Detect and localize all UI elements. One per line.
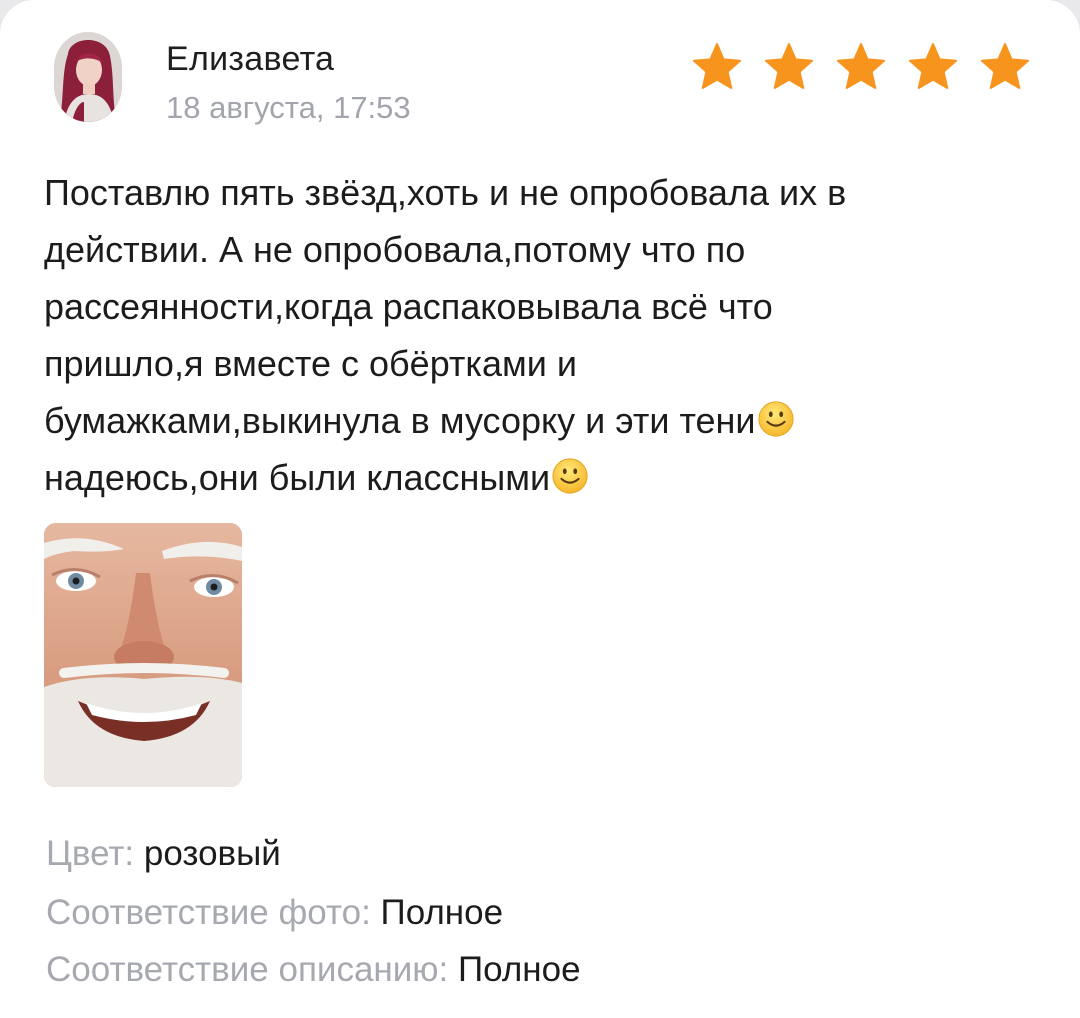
star-icon (693, 43, 741, 89)
review-date: 18 августа, 17:53 (166, 90, 411, 125)
review-text-line: бумажками,выкинула в мусорку и эти тени (44, 400, 756, 441)
reviewer-name: Елизавета (166, 40, 335, 78)
review-photo[interactable] (44, 523, 242, 787)
smiley-emoji-icon (552, 458, 588, 494)
avatar-image (54, 32, 122, 122)
review-text-line: действии. А не опробовала,потому что по (44, 229, 746, 270)
attribute-photo-match: Соответствие фото: Полное (46, 893, 503, 933)
star-icon (909, 43, 957, 89)
review-card: Елизавета 18 августа, 17:53 Поставлю пят… (0, 0, 1080, 1018)
review-text-line: надеюсь,они были классными (44, 457, 551, 498)
attribute-color: Цвет: розовый (46, 834, 281, 874)
attribute-description-match: Соответствие описанию: Полное (46, 950, 581, 990)
attribute-value: Полное (380, 893, 504, 932)
attribute-value: Полное (458, 950, 581, 989)
review-text-line: пришло,я вместе с обёртками и (44, 343, 577, 384)
review-photo-image (44, 523, 242, 787)
star-icon (981, 43, 1029, 89)
attribute-label: Цвет: (46, 834, 144, 873)
attribute-label: Соответствие описанию: (46, 950, 458, 989)
review-text-line: рассеянности,когда распаковывала всё что (44, 286, 773, 327)
attribute-label: Соответствие фото: (46, 893, 381, 932)
star-icon (837, 43, 885, 89)
review-text: Поставлю пять звёзд,хоть и не опробовала… (44, 164, 1044, 506)
review-text-line: Поставлю пять звёзд,хоть и не опробовала… (44, 172, 847, 213)
attribute-value: розовый (143, 834, 281, 873)
smiley-emoji-icon (757, 401, 794, 437)
review-text-line-with-emoji: бумажками,выкинула в мусорку и эти тени (44, 392, 1044, 449)
review-text-line-with-emoji: надеюсь,они были классными (44, 449, 1044, 506)
reviewer-avatar[interactable] (54, 32, 122, 122)
rating-stars (692, 42, 1030, 92)
star-icon (765, 43, 813, 89)
